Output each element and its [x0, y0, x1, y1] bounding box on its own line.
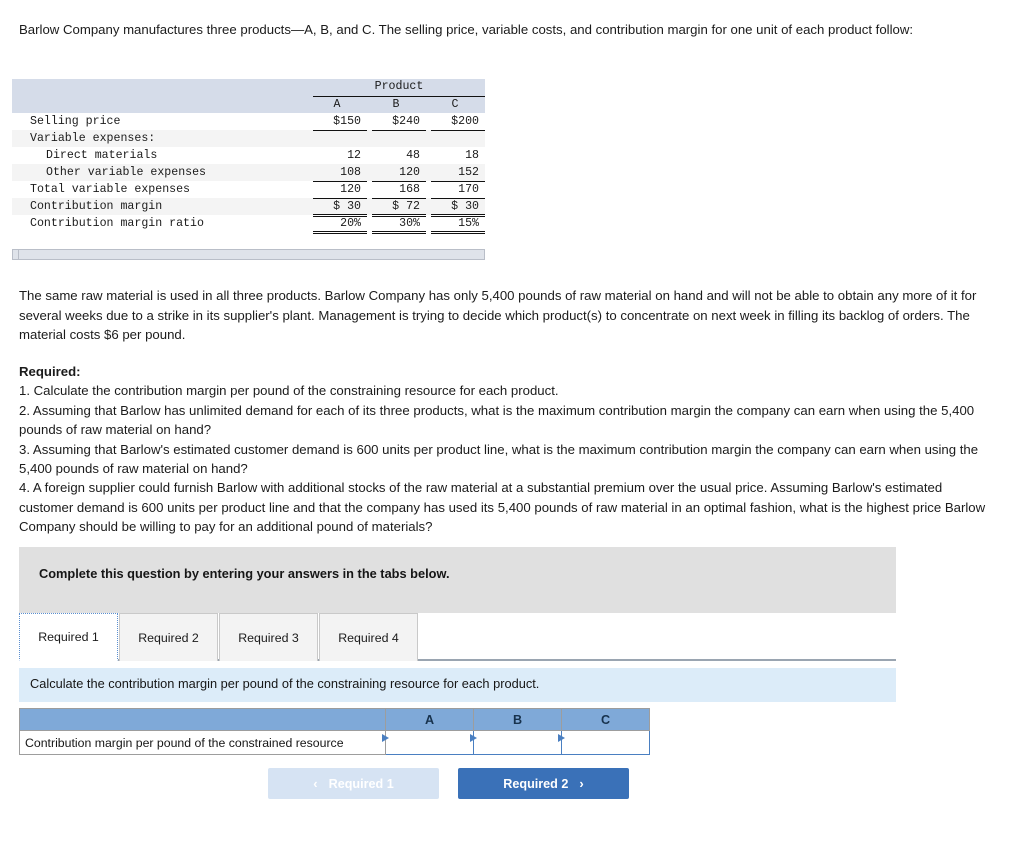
- answer-header-c: C: [561, 708, 650, 731]
- instruction-banner-text: Complete this question by entering your …: [39, 566, 450, 581]
- row-value-c: 152: [431, 164, 485, 182]
- answer-input-c[interactable]: [562, 731, 649, 754]
- answer-cell-c[interactable]: [558, 730, 650, 755]
- cell-marker-triangle-icon: [470, 734, 477, 742]
- row-value-a: 20%: [313, 215, 367, 234]
- row-label: Total variable expenses: [30, 183, 191, 196]
- table-group-header-row: Product: [12, 79, 485, 97]
- row-value-c: [431, 130, 485, 147]
- row-value-b: [372, 130, 426, 147]
- answer-header-a: A: [385, 708, 474, 731]
- table-row: Direct materials 12 48 18: [12, 147, 485, 164]
- group-header-product: Product: [313, 79, 485, 97]
- product-cost-table: Product A B C Selling price $150 $240 $2…: [12, 79, 485, 234]
- answer-header-row: A B C: [19, 708, 650, 731]
- tab-required-3[interactable]: Required 3: [219, 613, 318, 661]
- answer-header-blank: [19, 708, 386, 731]
- answer-input-b[interactable]: [474, 731, 561, 754]
- table-row: Contribution margin ratio 20% 30% 15%: [12, 215, 485, 234]
- cell-marker-triangle-icon: [382, 734, 389, 742]
- previous-required-label: Required 1: [328, 776, 394, 791]
- row-value-a: $150: [313, 113, 367, 131]
- row-value-c: $200: [431, 113, 485, 131]
- group-header-spacer: [12, 79, 313, 96]
- required-item-1: 1. Calculate the contribution margin per…: [19, 383, 559, 399]
- column-header-spacer: [12, 96, 313, 113]
- tab-required-4[interactable]: Required 4: [319, 613, 418, 661]
- row-value-c: 18: [465, 149, 479, 162]
- column-header-a: A: [333, 98, 341, 112]
- instruction-banner: Complete this question by entering your …: [19, 547, 896, 613]
- row-label: Contribution margin ratio: [30, 217, 204, 230]
- answer-input-a[interactable]: [386, 731, 473, 754]
- row-label: Selling price: [30, 115, 121, 128]
- product-cost-table-wrapper: Product A B C Selling price $150 $240 $2…: [12, 79, 485, 234]
- row-label: Contribution margin: [30, 200, 163, 213]
- answer-cell-a[interactable]: [382, 730, 474, 755]
- row-label: Other variable expenses: [46, 166, 207, 179]
- row-value-a: $ 30: [313, 198, 367, 217]
- chevron-left-icon: ‹: [313, 776, 318, 791]
- row-value-b: 168: [372, 181, 426, 199]
- chevron-right-icon: ›: [579, 776, 584, 791]
- required-heading: Required:: [19, 364, 81, 379]
- required-section: Required: 1. Calculate the contribution …: [19, 362, 987, 537]
- row-value-b: $ 72: [372, 198, 426, 217]
- row-value-b: 30%: [372, 215, 426, 234]
- tab-required-1[interactable]: Required 1: [19, 613, 118, 661]
- table-row: Contribution margin $ 30 $ 72 $ 30: [12, 198, 485, 217]
- row-label: Variable expenses:: [30, 132, 156, 145]
- answer-row-label: Contribution margin per pound of the con…: [19, 730, 386, 755]
- tab-required-3-label: Required 3: [238, 630, 299, 645]
- row-value-b: $240: [372, 113, 426, 131]
- table-row: Selling price $150 $240 $200: [12, 113, 485, 131]
- question-page: Barlow Company manufactures three produc…: [0, 0, 1024, 859]
- next-required-label: Required 2: [503, 776, 569, 791]
- next-required-button[interactable]: Required 2 ›: [458, 768, 629, 799]
- table-row: Variable expenses:: [12, 130, 485, 147]
- tab-required-1-label: Required 1: [38, 629, 99, 644]
- row-value-a: 12: [347, 149, 361, 162]
- required-item-4: 4. A foreign supplier could furnish Barl…: [19, 480, 986, 535]
- row-value-b: 48: [406, 149, 420, 162]
- row-value-c: 170: [431, 181, 485, 199]
- tab-required-4-label: Required 4: [338, 630, 399, 645]
- row-value-b: 120: [372, 164, 426, 182]
- tab-required-2[interactable]: Required 2: [119, 613, 218, 661]
- context-paragraph: The same raw material is used in all thr…: [19, 288, 977, 342]
- answer-table: A B C Contribution margin per pound of t…: [19, 708, 650, 755]
- prompt-bar: Calculate the contribution margin per po…: [19, 668, 896, 702]
- row-value-c: 15%: [431, 215, 485, 234]
- answer-table-wrapper: A B C Contribution margin per pound of t…: [19, 708, 650, 755]
- table-column-header-row: A B C: [12, 96, 485, 113]
- row-value-a: 120: [313, 181, 367, 199]
- column-header-c: C: [451, 98, 459, 112]
- answer-row: Contribution margin per pound of the con…: [19, 730, 650, 755]
- answer-header-b: B: [473, 708, 562, 731]
- answer-cell-b[interactable]: [470, 730, 562, 755]
- required-item-2: 2. Assuming that Barlow has unlimited de…: [19, 402, 975, 438]
- tab-strip: Required 1 Required 2 Required 3 Require…: [19, 613, 896, 661]
- required-item-3: 3. Assuming that Barlow's estimated cust…: [19, 441, 979, 477]
- table-horizontal-scrollbar[interactable]: [12, 249, 485, 260]
- row-label: Direct materials: [46, 149, 158, 162]
- table-row: Total variable expenses 120 168 170: [12, 181, 485, 199]
- prompt-bar-text: Calculate the contribution margin per po…: [30, 676, 540, 691]
- row-value-c: $ 30: [431, 198, 485, 217]
- cell-marker-triangle-icon: [558, 734, 565, 742]
- previous-required-button[interactable]: ‹ Required 1: [268, 768, 439, 799]
- row-value-a: 108: [313, 164, 367, 182]
- scrollbar-thumb[interactable]: [13, 250, 19, 259]
- table-row: Other variable expenses 108 120 152: [12, 164, 485, 182]
- column-header-b: B: [392, 98, 400, 112]
- intro-paragraph: Barlow Company manufactures three produc…: [19, 22, 914, 37]
- tab-required-2-label: Required 2: [138, 630, 199, 645]
- row-value-a: [313, 130, 367, 147]
